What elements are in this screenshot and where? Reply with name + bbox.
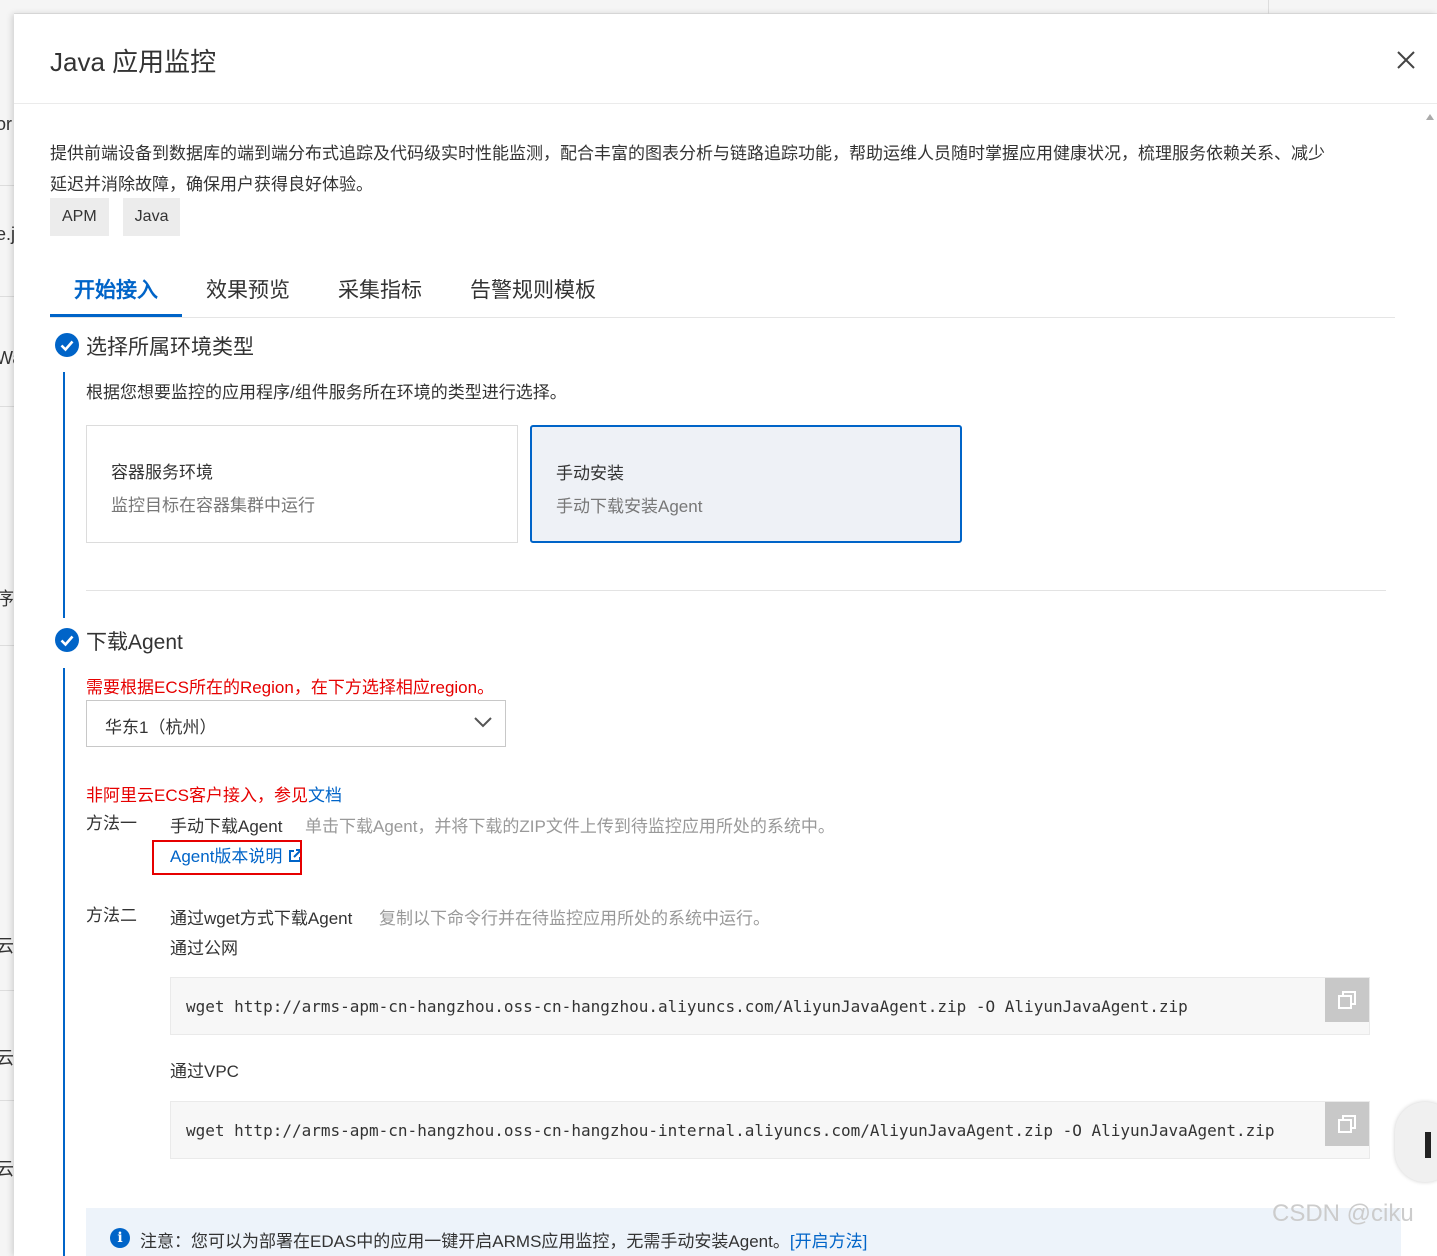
step2-title: 下载Agent	[86, 631, 183, 654]
helper-icon	[1425, 1132, 1431, 1158]
info-icon: i	[110, 1228, 130, 1248]
method1-name: 手动下载Agent	[170, 817, 283, 836]
public-network-label: 通过公网	[170, 939, 238, 958]
tab-bar: 开始接入 效果预览 采集指标 告警规则模板	[50, 272, 620, 317]
method1-desc: 单击下载Agent，并将下载的ZIP文件上传到待监控应用所处的系统中。	[305, 817, 835, 836]
copy-button[interactable]	[1325, 978, 1369, 1022]
vpc-label: 通过VPC	[170, 1062, 239, 1081]
tab-divider	[50, 317, 1395, 318]
drawer-header: Java 应用监控	[14, 14, 1437, 104]
tag-java: Java	[122, 198, 181, 236]
background-divider	[0, 1100, 14, 1101]
scroll-up-icon[interactable]	[1426, 114, 1434, 120]
highlight-box	[152, 840, 302, 875]
tab-alert-templates[interactable]: 告警规则模板	[446, 272, 620, 317]
check-circle-icon	[55, 333, 79, 357]
background-topbar	[14, 0, 1437, 14]
tab-preview[interactable]: 效果预览	[182, 272, 314, 317]
notice-message: 注意：您可以为部署在EDAS中的应用一键开启ARMS应用监控，无需手动安装Age…	[140, 1232, 790, 1251]
background-text: 云	[0, 1159, 14, 1179]
drawer-title: Java 应用监控	[50, 47, 217, 77]
env-card-subtitle: 监控目标在容器集群中运行	[111, 496, 315, 515]
vpc-command: wget http://arms-apm-cn-hangzhou.oss-cn-…	[186, 1121, 1275, 1140]
topbar-separator	[1268, 0, 1269, 14]
tag-apm: APM	[50, 198, 109, 236]
non-aliyun-note-text: 非阿里云ECS客户接入，参见	[86, 786, 308, 805]
floating-helper-button[interactable]	[1395, 1102, 1437, 1182]
region-select[interactable]: 华东1（杭州）	[86, 700, 506, 747]
background-divider	[0, 645, 14, 646]
region-note: 需要根据ECS所在的Region，在下方选择相应region。	[86, 678, 495, 697]
background-divider	[0, 990, 14, 991]
env-card-container[interactable]: 容器服务环境 监控目标在容器集群中运行	[86, 425, 518, 543]
enable-method-link[interactable]: [开启方法]	[790, 1232, 867, 1251]
notice-text: 注意：您可以为部署在EDAS中的应用一键开启ARMS应用监控，无需手动安装Age…	[140, 1227, 867, 1252]
copy-button[interactable]	[1325, 1102, 1369, 1146]
method2-desc: 复制以下命令行并在待监控应用所处的系统中运行。	[379, 909, 770, 928]
background-text: e.j	[0, 224, 14, 244]
background-divider	[0, 185, 14, 186]
background-text: 云	[0, 1048, 14, 1068]
drawer-description: 提供前端设备到数据库的端到端分布式追踪及代码级实时性能监测，配合丰富的图表分析与…	[50, 144, 1325, 194]
background-divider	[0, 296, 14, 297]
close-icon[interactable]	[1394, 48, 1418, 72]
step2-rail	[63, 668, 65, 1256]
tag-list: APM Java	[50, 198, 181, 236]
public-command-block: wget http://arms-apm-cn-hangzhou.oss-cn-…	[170, 977, 1370, 1035]
method1-label: 方法一	[86, 814, 137, 833]
background-text: or	[0, 114, 13, 134]
check-circle-icon	[55, 628, 79, 652]
step1-title: 选择所属环境类型	[86, 336, 254, 359]
vpc-command-block: wget http://arms-apm-cn-hangzhou.oss-cn-…	[170, 1101, 1370, 1159]
background-text: 云	[0, 936, 14, 956]
copy-icon	[1338, 1115, 1356, 1133]
chevron-down-icon	[474, 717, 492, 728]
java-monitoring-drawer: Java 应用监控 提供前端设备到数据库的端到端分布式追踪及代码级实时性能监测，…	[14, 14, 1437, 1256]
env-card-title: 手动安装	[556, 464, 624, 483]
env-card-subtitle: 手动下载安装Agent	[556, 497, 703, 516]
region-select-value: 华东1（杭州）	[105, 718, 217, 737]
env-card-title: 容器服务环境	[111, 463, 213, 482]
method2-label: 方法二	[86, 906, 137, 925]
background-page: or e.j Wa 序 云 云 云	[0, 0, 14, 1256]
copy-icon	[1338, 991, 1356, 1009]
public-command: wget http://arms-apm-cn-hangzhou.oss-cn-…	[186, 997, 1188, 1016]
section-divider	[86, 590, 1386, 591]
background-text: Wa	[0, 348, 14, 368]
background-divider	[0, 406, 14, 407]
tab-start-integration[interactable]: 开始接入	[50, 272, 182, 317]
non-aliyun-note: 非阿里云ECS客户接入，参见文档	[86, 781, 342, 806]
step1-hint: 根据您想要监控的应用程序/组件服务所在环境的类型进行选择。	[86, 383, 567, 402]
tab-metrics[interactable]: 采集指标	[314, 272, 446, 317]
method2-name: 通过wget方式下载Agent	[170, 909, 353, 928]
doc-link[interactable]: 文档	[308, 786, 342, 805]
watermark: CSDN @ciku	[1272, 1200, 1414, 1227]
env-card-manual-install[interactable]: 手动安装 手动下载安装Agent	[530, 425, 962, 543]
background-text: 序	[0, 589, 14, 609]
notice-banner: i 注意：您可以为部署在EDAS中的应用一键开启ARMS应用监控，无需手动安装A…	[86, 1208, 1401, 1256]
step1-rail	[63, 372, 65, 618]
